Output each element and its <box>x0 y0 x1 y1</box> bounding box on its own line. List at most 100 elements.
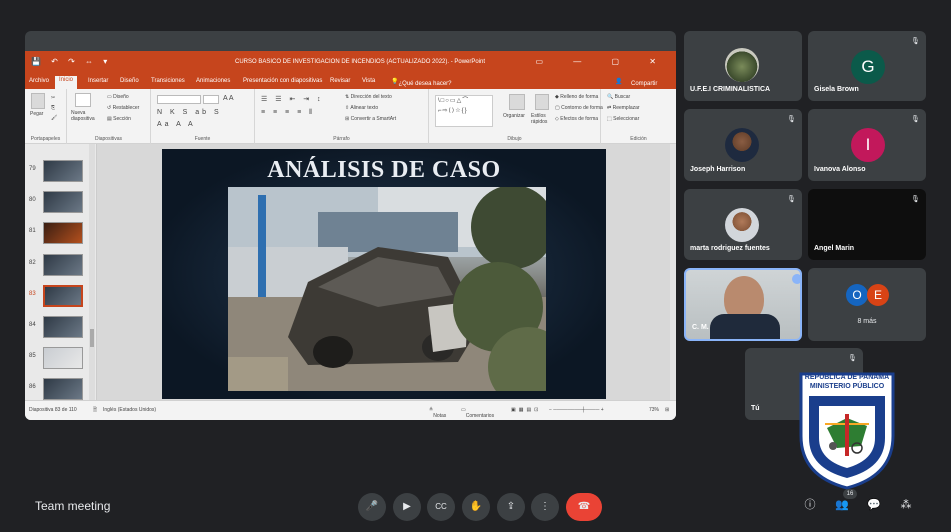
participant-tile-ufei[interactable]: U.F.E.I CRIMINALISTICA <box>684 31 802 101</box>
participant-photo <box>725 128 759 162</box>
tell-me-box[interactable]: 💡 ¿Qué desea hacer? <box>391 78 452 87</box>
quick-access-toolbar[interactable]: 💾 ↶ ↷ ⇔ ▾ <box>31 57 111 66</box>
paste-icon[interactable] <box>31 93 45 109</box>
group-label-font: Fuente <box>194 136 211 142</box>
paste-label: Pegar <box>30 111 44 117</box>
tab-diseno[interactable]: Diseño <box>120 78 139 84</box>
more-options-button[interactable]: ⋮ <box>531 493 559 521</box>
end-call-button[interactable]: ☎ <box>566 493 602 521</box>
group-slides: Nueva diapositiva ▭ Diseño ↺ Restablecer… <box>67 89 151 144</box>
tab-animaciones[interactable]: Animaciones <box>196 78 230 84</box>
tab-vista[interactable]: Vista <box>362 78 375 84</box>
tab-inicio[interactable]: Inicio <box>55 76 78 89</box>
organize-label[interactable]: Organizar <box>503 113 525 119</box>
tab-transiciones[interactable]: Transiciones <box>151 78 185 84</box>
grow-font-icon[interactable]: A A <box>223 95 234 102</box>
font-color-buttons[interactable]: Aa A A <box>157 121 196 128</box>
thumb-number: 84 <box>29 322 36 328</box>
quick-styles-icon[interactable] <box>535 94 549 110</box>
select-button[interactable]: ⬚ Seleccionar <box>607 116 639 122</box>
font-size-input[interactable] <box>203 95 219 104</box>
slide-canvas: ANÁLISIS DE CASO <box>97 144 676 400</box>
zoom-slider[interactable]: − ────────┼──── + <box>549 407 604 413</box>
language-label[interactable]: Inglés (Estados Unidos) <box>103 407 156 413</box>
participant-name: Angel Marin <box>814 245 855 252</box>
replace-button[interactable]: ⇄ Reemplazar <box>607 105 640 111</box>
user-icon[interactable]: 👤 <box>615 78 622 85</box>
tab-presentacion[interactable]: Presentación con diapositivas <box>243 78 322 84</box>
raise-hand-icon: ✋ <box>469 501 483 512</box>
copy-icon[interactable]: ⎘ <box>51 105 55 111</box>
cut-icon[interactable]: ✂ <box>51 95 55 101</box>
spellcheck-icon[interactable]: 🗎 <box>93 407 97 415</box>
microphone-icon: 🎤 <box>365 501 379 512</box>
section-label: Sección <box>113 116 131 122</box>
quick-styles-label[interactable]: Estilos rápidos <box>531 113 553 125</box>
notes-button[interactable]: ≜ Notas <box>429 407 446 419</box>
present-button[interactable]: ⇪ <box>497 493 525 521</box>
raise-hand-button[interactable]: ✋ <box>462 493 490 521</box>
view-buttons[interactable]: ▣▦▤⊡ <box>511 407 541 413</box>
meeting-details-button[interactable]: ⓘ <box>802 497 818 513</box>
people-button[interactable]: 👥 <box>834 497 850 513</box>
shape-fill-button[interactable]: ◆ Relleno de forma <box>555 94 598 100</box>
participant-tile-angel[interactable]: 🎙 Angel Marin <box>808 189 926 260</box>
layout-button[interactable]: ▭ Diseño <box>107 94 129 100</box>
chat-button[interactable]: 💬 <box>866 497 882 513</box>
new-slide-icon[interactable] <box>75 93 91 107</box>
list-buttons[interactable]: ☰ ☰ ⇤ ⇥ ↕ <box>261 95 324 103</box>
microphone-button[interactable]: 🎤 <box>358 493 386 521</box>
participant-tile-cm[interactable]: C. M. <box>684 268 802 341</box>
find-button[interactable]: 🔍 Buscar <box>607 94 630 100</box>
seal-line-2: MINISTERIO PÚBLICO <box>809 383 885 390</box>
window-controls[interactable]: ▭ — ▢ ✕ <box>536 57 671 66</box>
fit-slide-icon[interactable]: ⊞ <box>665 407 669 413</box>
burned-car-photo <box>228 187 546 391</box>
text-direction-button[interactable]: ⇅ Dirección del texto <box>345 94 392 100</box>
section-button[interactable]: ▤ Sección <box>107 116 131 122</box>
tab-revisar[interactable]: Revisar <box>330 78 350 84</box>
mic-off-icon: 🎙 <box>911 38 920 45</box>
shape-effects-button[interactable]: ◇ Efectos de forma <box>555 116 598 122</box>
info-icon: ⓘ <box>804 499 816 511</box>
participant-tile-joseph[interactable]: 🎙 Joseph Harrison <box>684 109 802 181</box>
scrollbar-thumb[interactable] <box>90 329 94 347</box>
find-label: Buscar <box>614 94 631 100</box>
slide-title: ANÁLISIS DE CASO <box>267 157 501 183</box>
smartart-label: Convertir a SmartArt <box>350 116 397 122</box>
slide-scrollbar[interactable] <box>670 144 676 400</box>
tab-archivo[interactable]: Archivo <box>29 78 49 84</box>
ribbon-tabs: Archivo Inicio Insertar Diseño Transicio… <box>25 75 676 89</box>
new-slide-label[interactable]: Nueva diapositiva <box>71 110 105 122</box>
more-options-icon: ⋮ <box>540 501 550 512</box>
tab-insertar[interactable]: Insertar <box>88 78 108 84</box>
comments-button[interactable]: ▭ Comentarios <box>461 407 494 419</box>
reset-button[interactable]: ↺ Restablecer <box>107 105 139 111</box>
font-style-buttons[interactable]: N K S ab S <box>157 109 222 116</box>
powerpoint-window: 💾 ↶ ↷ ⇔ ▾ CURSO BASICO DE INVESTIGACION … <box>25 51 676 420</box>
participant-tile-ivanova[interactable]: 🎙 I Ivanova Alonso <box>808 109 926 181</box>
current-slide[interactable]: ANÁLISIS DE CASO <box>162 149 606 399</box>
camera-button[interactable]: ▶ <box>393 493 421 521</box>
shapes-gallery[interactable]: \□○▭△⌒ ⌐⇨⟨⟩☆{} <box>435 95 493 127</box>
align-text-button[interactable]: ⇳ Alinear texto <box>345 105 378 111</box>
text-direction-label: Dirección del texto <box>350 94 392 100</box>
format-painter-icon[interactable]: 🖌 <box>51 115 57 121</box>
smartart-button[interactable]: ⊞ Convertir a SmartArt <box>345 116 396 122</box>
align-buttons[interactable]: ≡ ≡ ≡ ≡ ⫴ <box>261 109 315 117</box>
activities-button[interactable]: ⁂ <box>898 497 914 513</box>
ribbon: Pegar ✂ ⎘ 🖌 Portapapeles Nueva diapositi… <box>25 89 676 144</box>
mic-off-icon: 🎙 <box>787 116 796 123</box>
participant-tile-gisela[interactable]: 🎙 G Gisela Brown <box>808 31 926 101</box>
participant-tile-marta[interactable]: 🎙 marta rodriguez fuentes <box>684 189 802 260</box>
more-participants-tile[interactable]: O E 8 más <box>808 268 926 341</box>
presentation-tile[interactable]: 💾 ↶ ↷ ⇔ ▾ CURSO BASICO DE INVESTIGACION … <box>25 31 676 420</box>
font-name-input[interactable] <box>157 95 201 104</box>
meet-window: 💾 ↶ ↷ ⇔ ▾ CURSO BASICO DE INVESTIGACION … <box>0 0 951 532</box>
organize-icon[interactable] <box>509 94 525 110</box>
zoom-level[interactable]: 73% <box>649 407 659 413</box>
captions-button[interactable]: CC <box>427 493 455 521</box>
thumbnail-scrollbar[interactable] <box>89 144 95 400</box>
thumb-image <box>43 222 83 244</box>
shape-outline-button[interactable]: ▢ Contorno de forma <box>555 105 603 111</box>
